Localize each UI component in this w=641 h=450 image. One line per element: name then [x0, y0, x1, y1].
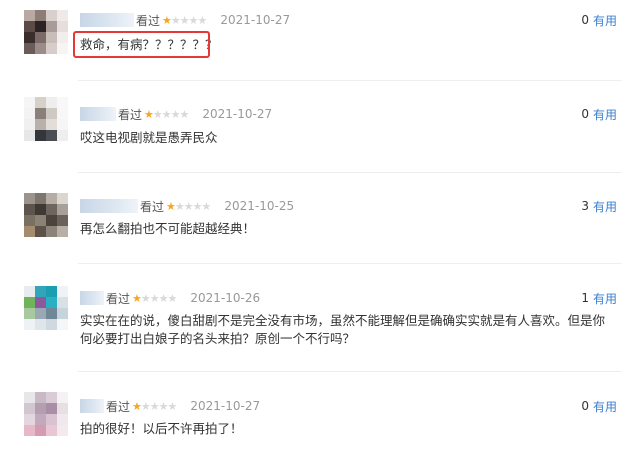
rating-stars: ★ ★★★★ — [162, 13, 207, 27]
watched-label: 看过 — [140, 199, 165, 214]
rating-stars: ★ ★★★★ — [144, 107, 189, 121]
divider — [78, 371, 621, 372]
highlight-box — [73, 31, 210, 58]
rating-stars: ★ ★★★★ — [132, 399, 177, 413]
star-icon: ★ — [166, 199, 176, 213]
star-icon: ★ — [132, 291, 142, 305]
review-meta: 看过 ★ ★★★★ 2021-10-25 — [80, 197, 294, 215]
useful-button[interactable]: 有用 — [593, 290, 617, 307]
avatar[interactable] — [24, 10, 68, 54]
username[interactable] — [80, 291, 104, 305]
review-text: 再怎么翻拍也不可能超越经典！ — [80, 221, 256, 236]
useful-button[interactable]: 有用 — [593, 106, 617, 123]
watched-label: 看过 — [118, 107, 143, 122]
review-text: 哎这电视剧就是愚弄民众 — [80, 130, 218, 145]
avatar[interactable] — [24, 97, 68, 141]
username[interactable] — [80, 107, 116, 121]
star-icon: ★ — [144, 107, 154, 121]
useful-count: 3 — [581, 199, 589, 213]
review-meta: 看过 ★ ★★★★ 2021-10-27 — [80, 105, 272, 123]
username[interactable] — [80, 199, 138, 213]
review-meta: 看过 ★ ★★★★ 2021-10-27 — [80, 397, 260, 415]
useful-vote: 0 有用 — [581, 11, 617, 29]
avatar[interactable] — [24, 193, 68, 237]
star-icon: ★★★★ — [140, 399, 177, 413]
star-icon: ★★★★ — [170, 13, 207, 27]
divider — [78, 80, 621, 81]
avatar[interactable] — [24, 392, 68, 436]
useful-count: 0 — [581, 13, 589, 27]
useful-button[interactable]: 有用 — [593, 12, 617, 29]
divider — [78, 172, 621, 173]
review-date: 2021-10-25 — [224, 199, 295, 213]
useful-vote: 1 有用 — [581, 289, 617, 307]
review-date: 2021-10-27 — [190, 399, 261, 413]
star-icon: ★★★★ — [152, 107, 189, 121]
username[interactable] — [80, 13, 134, 27]
star-icon: ★★★★ — [140, 291, 177, 305]
review-text: 实实在在的说，傻白甜剧不是完全没有市场，虽然不能理解但是确确实实就是有人喜欢。但… — [80, 313, 606, 346]
useful-count: 1 — [581, 291, 589, 305]
review-date: 2021-10-26 — [190, 291, 261, 305]
rating-stars: ★ ★★★★ — [166, 199, 211, 213]
rating-stars: ★ ★★★★ — [132, 291, 177, 305]
review-text: 拍的很好！以后不许再拍了！ — [80, 421, 243, 436]
avatar[interactable] — [24, 286, 68, 330]
star-icon: ★ — [132, 399, 142, 413]
divider — [78, 263, 621, 264]
review-date: 2021-10-27 — [220, 13, 291, 27]
star-icon: ★ — [162, 13, 172, 27]
useful-vote: 0 有用 — [581, 397, 617, 415]
useful-vote: 3 有用 — [581, 197, 617, 215]
review-meta: 看过 ★ ★★★★ 2021-10-26 — [80, 289, 260, 307]
watched-label: 看过 — [106, 399, 131, 414]
review-date: 2021-10-27 — [202, 107, 273, 121]
useful-button[interactable]: 有用 — [593, 398, 617, 415]
useful-count: 0 — [581, 399, 589, 413]
useful-button[interactable]: 有用 — [593, 198, 617, 215]
username[interactable] — [80, 399, 104, 413]
useful-vote: 0 有用 — [581, 105, 617, 123]
useful-count: 0 — [581, 107, 589, 121]
star-icon: ★★★★ — [174, 199, 211, 213]
review-meta: 看过 ★ ★★★★ 2021-10-27 — [80, 11, 290, 29]
watched-label: 看过 — [106, 291, 131, 306]
watched-label: 看过 — [136, 13, 161, 28]
